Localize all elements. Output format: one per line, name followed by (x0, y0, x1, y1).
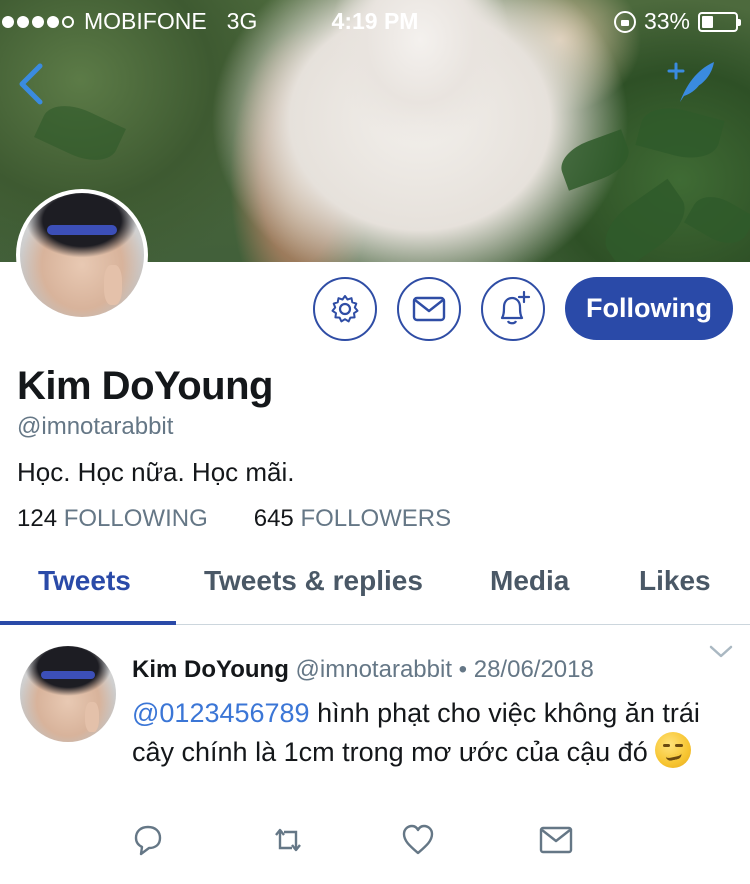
tweet-separator: • (458, 656, 468, 683)
message-button[interactable] (397, 277, 461, 341)
active-tab-indicator (0, 621, 176, 625)
followers-count-link[interactable]: 645 FOLLOWERS (254, 505, 451, 533)
tweet-actions (130, 822, 580, 862)
heart-icon[interactable] (400, 822, 436, 858)
tweet-header: Kim DoYoung @imnotarabbit • 28/06/2018 (132, 656, 594, 684)
following-count: 124 (17, 505, 58, 532)
tweet-author-name[interactable]: Kim DoYoung (132, 656, 289, 683)
compose-tweet-icon[interactable] (666, 58, 718, 106)
tweet-item[interactable]: Kim DoYoung @imnotarabbit • 28/06/2018 @… (0, 626, 750, 884)
battery-percent: 33% (643, 8, 690, 34)
tweet-author-handle: @imnotarabbit (295, 656, 452, 683)
profile-avatar[interactable] (16, 189, 148, 321)
tab-media[interactable]: Media (490, 565, 569, 597)
tweet-text: @0123456789 hình phạt cho việc không ăn … (132, 694, 732, 771)
followers-count: 645 (253, 505, 294, 532)
reply-icon[interactable] (130, 822, 166, 858)
tab-tweets-replies[interactable]: Tweets & replies (204, 565, 423, 597)
tab-likes[interactable]: Likes (639, 565, 711, 597)
back-chevron-icon[interactable] (14, 60, 48, 108)
profile-tabs: Tweets Tweets & replies Media Likes (0, 553, 750, 625)
following-label: FOLLOWING (63, 505, 208, 532)
battery-icon (698, 11, 741, 32)
profile-name: Kim DoYoung (17, 364, 273, 408)
envelope-icon (412, 296, 446, 322)
tweet-author-avatar[interactable] (20, 646, 116, 742)
retweet-icon[interactable] (270, 822, 306, 858)
profile-handle: @imnotarabbit (17, 413, 174, 440)
settings-button[interactable] (313, 277, 377, 341)
gear-icon (331, 295, 359, 323)
envelope-icon[interactable] (538, 822, 574, 858)
profile-stats: 124 FOLLOWING 645 FOLLOWERS (17, 505, 451, 533)
chevron-down-icon[interactable] (708, 644, 734, 660)
status-bar: MOBIFONE 3G 4:19 PM 33% (0, 0, 750, 40)
notifications-button[interactable] (481, 277, 545, 341)
rotation-lock-icon (613, 10, 636, 33)
tab-tweets[interactable]: Tweets (38, 565, 131, 597)
smirking-face-icon (655, 732, 692, 768)
tweet-date: 28/06/2018 (473, 656, 594, 683)
tweet-mention-link[interactable]: @0123456789 (132, 698, 310, 728)
following-button[interactable]: Following (565, 277, 733, 340)
bell-plus-icon (500, 290, 531, 325)
profile-bio: Học. Học nữa. Học mãi. (17, 457, 295, 487)
following-count-link[interactable]: 124 FOLLOWING (17, 505, 208, 533)
followers-label: FOLLOWERS (300, 505, 452, 532)
